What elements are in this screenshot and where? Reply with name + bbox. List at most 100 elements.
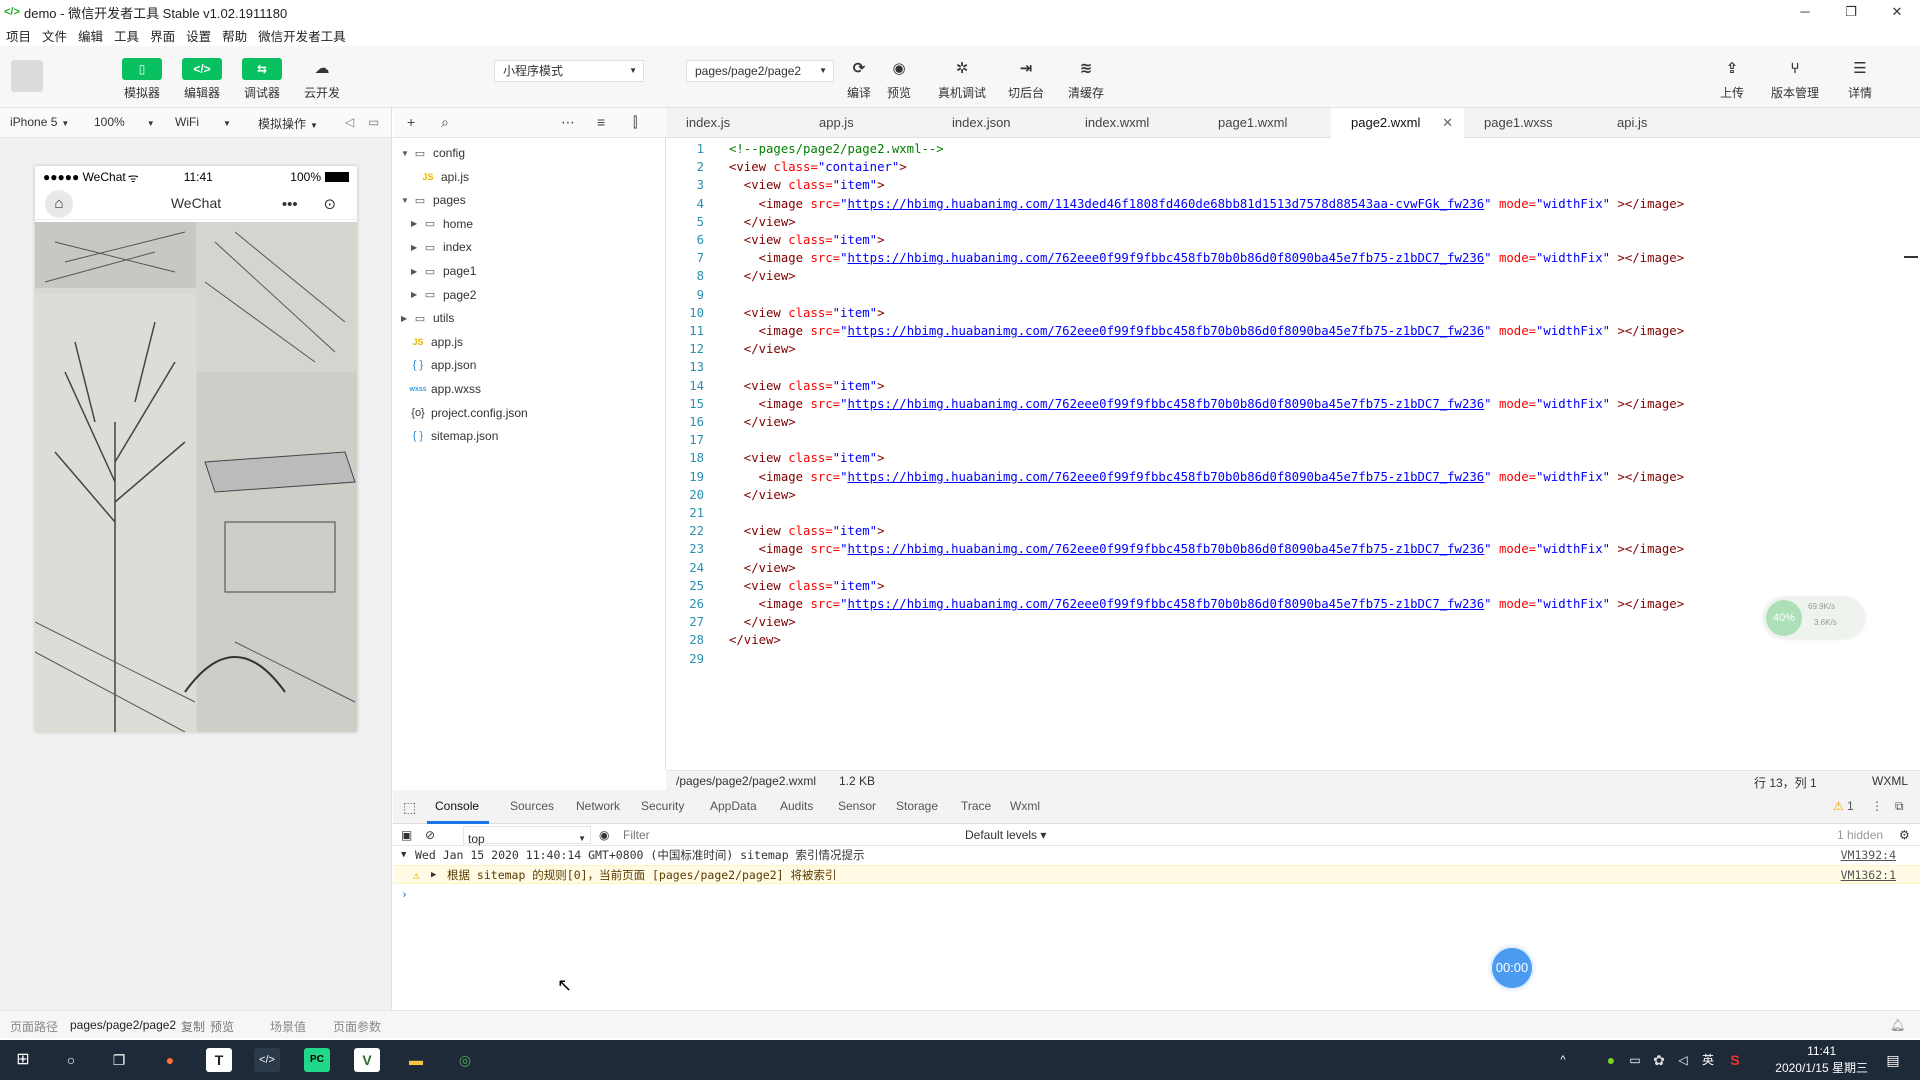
windows-start-icon[interactable]: ⊞ <box>10 1048 36 1072</box>
vim-icon[interactable]: V <box>354 1048 380 1072</box>
tab-page1-wxss[interactable]: page1.wxss <box>1464 108 1597 138</box>
tab-page1-wxml[interactable]: page1.wxml <box>1198 108 1331 138</box>
cursor-position[interactable]: 行 13，列 1 <box>1754 774 1817 791</box>
window-icon[interactable]: ▭ <box>368 115 379 129</box>
warning-source-link[interactable]: VM1362:1 <box>1841 866 1896 885</box>
tree-item-project-config-json[interactable]: {o} project.config.json <box>409 402 527 424</box>
devtools-tab-console[interactable]: Console <box>435 799 479 813</box>
code-url-link[interactable]: https://hbimg.huabanimg.com/1143ded46f18… <box>847 197 1484 211</box>
version-button[interactable]: ⑂ 版本管理 <box>1768 58 1822 101</box>
timer-badge[interactable]: 00:00 <box>1492 948 1532 988</box>
tree-item-config[interactable]: ▼ ▭ config <box>401 142 465 164</box>
volume-icon[interactable]: ◁ <box>1670 1048 1696 1072</box>
minimize-button[interactable]: ─ <box>1782 0 1828 24</box>
chevron-right-icon[interactable]: ▶ <box>411 267 421 276</box>
typora-icon[interactable]: T <box>206 1048 232 1072</box>
devtools-tab-sensor[interactable]: Sensor <box>838 799 876 813</box>
pycharm-icon[interactable]: PC <box>304 1048 330 1072</box>
network-select[interactable]: WiFi ▼ <box>175 115 231 129</box>
more-icon[interactable]: ⋯ <box>561 114 575 131</box>
cloud-button[interactable]: ☁ 云开发 <box>295 58 349 101</box>
undock-icon[interactable]: ⧉ <box>1895 799 1904 814</box>
tree-item-index[interactable]: ▶ ▭ index <box>411 236 472 258</box>
tree-item-page1[interactable]: ▶ ▭ page1 <box>411 260 476 282</box>
menu-help[interactable]: 帮助 <box>222 26 247 45</box>
tab-index-json[interactable]: index.json <box>932 108 1065 138</box>
maximize-button[interactable]: ❐ <box>1828 0 1874 24</box>
console-prompt[interactable]: › <box>393 885 1920 904</box>
warning-icon[interactable]: ⚠ <box>1833 799 1844 813</box>
menu-project[interactable]: 项目 <box>6 26 31 45</box>
eye-icon[interactable]: ◉ <box>599 828 609 842</box>
zoom-select[interactable]: 100% ▼ <box>94 115 155 129</box>
code-url-link[interactable]: https://hbimg.huabanimg.com/762eee0f99f9… <box>847 597 1484 611</box>
network-monitor-widget[interactable]: 40% 69.9K/s 3.6K/s <box>1764 598 1864 638</box>
language-mode[interactable]: WXML <box>1872 774 1908 788</box>
menu-tools[interactable]: 工具 <box>114 26 139 45</box>
log-source-link[interactable]: VM1392:4 <box>1841 846 1896 865</box>
network-tray-icon[interactable]: ▭ <box>1622 1048 1648 1072</box>
chevron-right-icon[interactable]: ▶ <box>411 243 421 252</box>
tab-app-js[interactable]: app.js <box>799 108 932 138</box>
menu-devtools[interactable]: 微信开发者工具 <box>258 26 346 45</box>
debugger-button[interactable]: ⇆ 调试器 <box>235 58 289 101</box>
preview-link[interactable]: 预览 <box>210 1018 234 1035</box>
console-filter-input[interactable] <box>623 826 873 844</box>
simulator-button[interactable]: ▯ 模拟器 <box>115 58 169 101</box>
chevron-down-icon[interactable]: ▼ <box>401 196 411 205</box>
background-button[interactable]: ⇥ 切后台 <box>999 58 1053 101</box>
firefox-icon[interactable]: ● <box>157 1048 183 1072</box>
menu-file[interactable]: 文件 <box>42 26 67 45</box>
notification-icon[interactable]: ▤ <box>1880 1048 1906 1072</box>
details-button[interactable]: ☰ 详情 <box>1833 58 1887 101</box>
log-group[interactable]: ▼ Wed Jan 15 2020 11:40:14 GMT+0800 (中国标… <box>393 846 1920 865</box>
tree-item-app-js[interactable]: JS app.js <box>409 331 463 353</box>
chevron-right-icon[interactable]: ▶ <box>411 219 421 228</box>
add-file-icon[interactable]: + <box>407 114 415 130</box>
close-window-button[interactable]: ✕ <box>1874 0 1920 24</box>
remote-debug-button[interactable]: ✲ 真机调试 <box>935 58 989 101</box>
search-icon[interactable]: ⌕ <box>441 114 449 131</box>
devtools-tab-storage[interactable]: Storage <box>896 799 938 813</box>
sidebar-toggle-icon[interactable]: ▣ <box>401 828 412 842</box>
tree-item-app-wxss[interactable]: wxss app.wxss <box>409 378 481 400</box>
code-editor[interactable]: 29 28 </view> 27 </view> 26 <image src="http… <box>666 138 1920 770</box>
close-icon[interactable]: ✕ <box>1442 108 1453 138</box>
warning-row[interactable]: ⚠ ▶ 根据 sitemap 的规则[0]，当前页面 [pages/page2/… <box>393 865 1920 884</box>
tree-item-utils[interactable]: ▶ ▭ utils <box>401 307 454 329</box>
devtools-tab-security[interactable]: Security <box>641 799 684 813</box>
tray-shield-icon[interactable]: ✿ <box>1646 1048 1672 1072</box>
search-circle-icon[interactable]: ○ <box>58 1048 84 1072</box>
folder-icon[interactable]: ▬ <box>403 1048 429 1072</box>
operations-select[interactable]: 模拟操作 ▼ <box>258 115 318 132</box>
menu-edit[interactable]: 编辑 <box>78 26 103 45</box>
chevron-up-icon[interactable]: ^ <box>1550 1048 1576 1072</box>
tab-index-wxml[interactable]: index.wxml <box>1065 108 1198 138</box>
preview-button[interactable]: ◉ 预览 <box>872 58 926 101</box>
clear-console-icon[interactable]: ⊘ <box>425 828 435 842</box>
more-dots-icon[interactable]: ••• <box>282 196 298 213</box>
collapse-icon[interactable]: ≡ <box>597 114 605 130</box>
chrome-icon[interactable]: ◎ <box>452 1048 478 1072</box>
menu-settings[interactable]: 设置 <box>186 26 211 45</box>
inspect-icon[interactable]: ⬚ <box>403 799 416 816</box>
gear-icon[interactable]: ⚙ <box>1899 828 1910 842</box>
split-icon[interactable]: ⫿ <box>633 114 637 131</box>
sogou-icon[interactable]: S <box>1722 1048 1748 1072</box>
code-url-link[interactable]: https://hbimg.huabanimg.com/762eee0f99f9… <box>847 470 1484 484</box>
kebab-menu-icon[interactable]: ⋮ <box>1871 799 1883 813</box>
scene-value-label[interactable]: 场景值 <box>270 1018 306 1035</box>
context-select[interactable]: top ▼ <box>463 826 591 846</box>
devtools-tab-wxml[interactable]: Wxml <box>1010 799 1040 813</box>
tab-index-js[interactable]: index.js <box>666 108 799 138</box>
levels-select[interactable]: Default levels ▾ <box>965 828 1046 842</box>
devtools-tab-appdata[interactable]: AppData <box>710 799 757 813</box>
ime-indicator[interactable]: 英 <box>1695 1048 1721 1072</box>
editor-button[interactable]: </> 编辑器 <box>175 58 229 101</box>
code-url-link[interactable]: https://hbimg.huabanimg.com/762eee0f99f9… <box>847 397 1484 411</box>
menu-view[interactable]: 界面 <box>150 26 175 45</box>
devtools-tab-network[interactable]: Network <box>576 799 620 813</box>
task-view-icon[interactable]: ❐ <box>106 1048 132 1072</box>
devtools-tab-audits[interactable]: Audits <box>780 799 813 813</box>
tray-app-icon[interactable]: ● <box>1598 1048 1624 1072</box>
